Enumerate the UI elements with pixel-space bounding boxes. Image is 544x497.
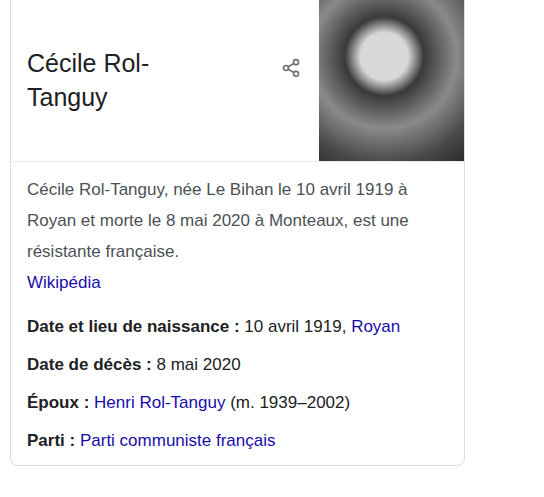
- fact-label: Parti :: [27, 431, 75, 450]
- fact-row: Date de décès : 8 mai 2020: [27, 350, 427, 379]
- title-area: Cécile Rol-Tanguy: [11, 0, 319, 161]
- panel-title: Cécile Rol-Tanguy: [27, 46, 197, 114]
- fact-label: Date et lieu de naissance :: [27, 317, 240, 336]
- panel-header: Cécile Rol-Tanguy: [11, 0, 464, 162]
- fact-row: Date et lieu de naissance : 10 avril 191…: [27, 312, 427, 341]
- fact-label: Date de décès :: [27, 355, 152, 374]
- share-button[interactable]: [277, 54, 305, 82]
- page: Cécile Rol-Tanguy Cécile Rol-Tanguy, née …: [0, 0, 544, 497]
- fact-row: Époux : Henri Rol-Tanguy (m. 1939–2002): [27, 388, 427, 417]
- fact-list: Date et lieu de naissance : 10 avril 191…: [27, 312, 448, 455]
- fact-link[interactable]: Henri Rol-Tanguy: [94, 393, 225, 412]
- fact-value: 10 avril 1919,: [244, 317, 351, 336]
- fact-row: Parti : Parti communiste français: [27, 426, 427, 455]
- portrait-photo[interactable]: [319, 0, 464, 161]
- fact-label: Époux :: [27, 393, 89, 412]
- knowledge-panel: Cécile Rol-Tanguy Cécile Rol-Tanguy, née …: [10, 0, 465, 466]
- description: Cécile Rol-Tanguy, née Le Bihan le 10 av…: [27, 174, 427, 298]
- fact-value: 8 mai 2020: [156, 355, 240, 374]
- fact-link[interactable]: Parti communiste français: [80, 431, 276, 450]
- source-link[interactable]: Wikipédia: [27, 273, 101, 292]
- fact-link[interactable]: Royan: [351, 317, 400, 336]
- panel-body: Cécile Rol-Tanguy, née Le Bihan le 10 av…: [11, 162, 464, 465]
- share-icon: [281, 58, 301, 78]
- fact-value: (m. 1939–2002): [225, 393, 350, 412]
